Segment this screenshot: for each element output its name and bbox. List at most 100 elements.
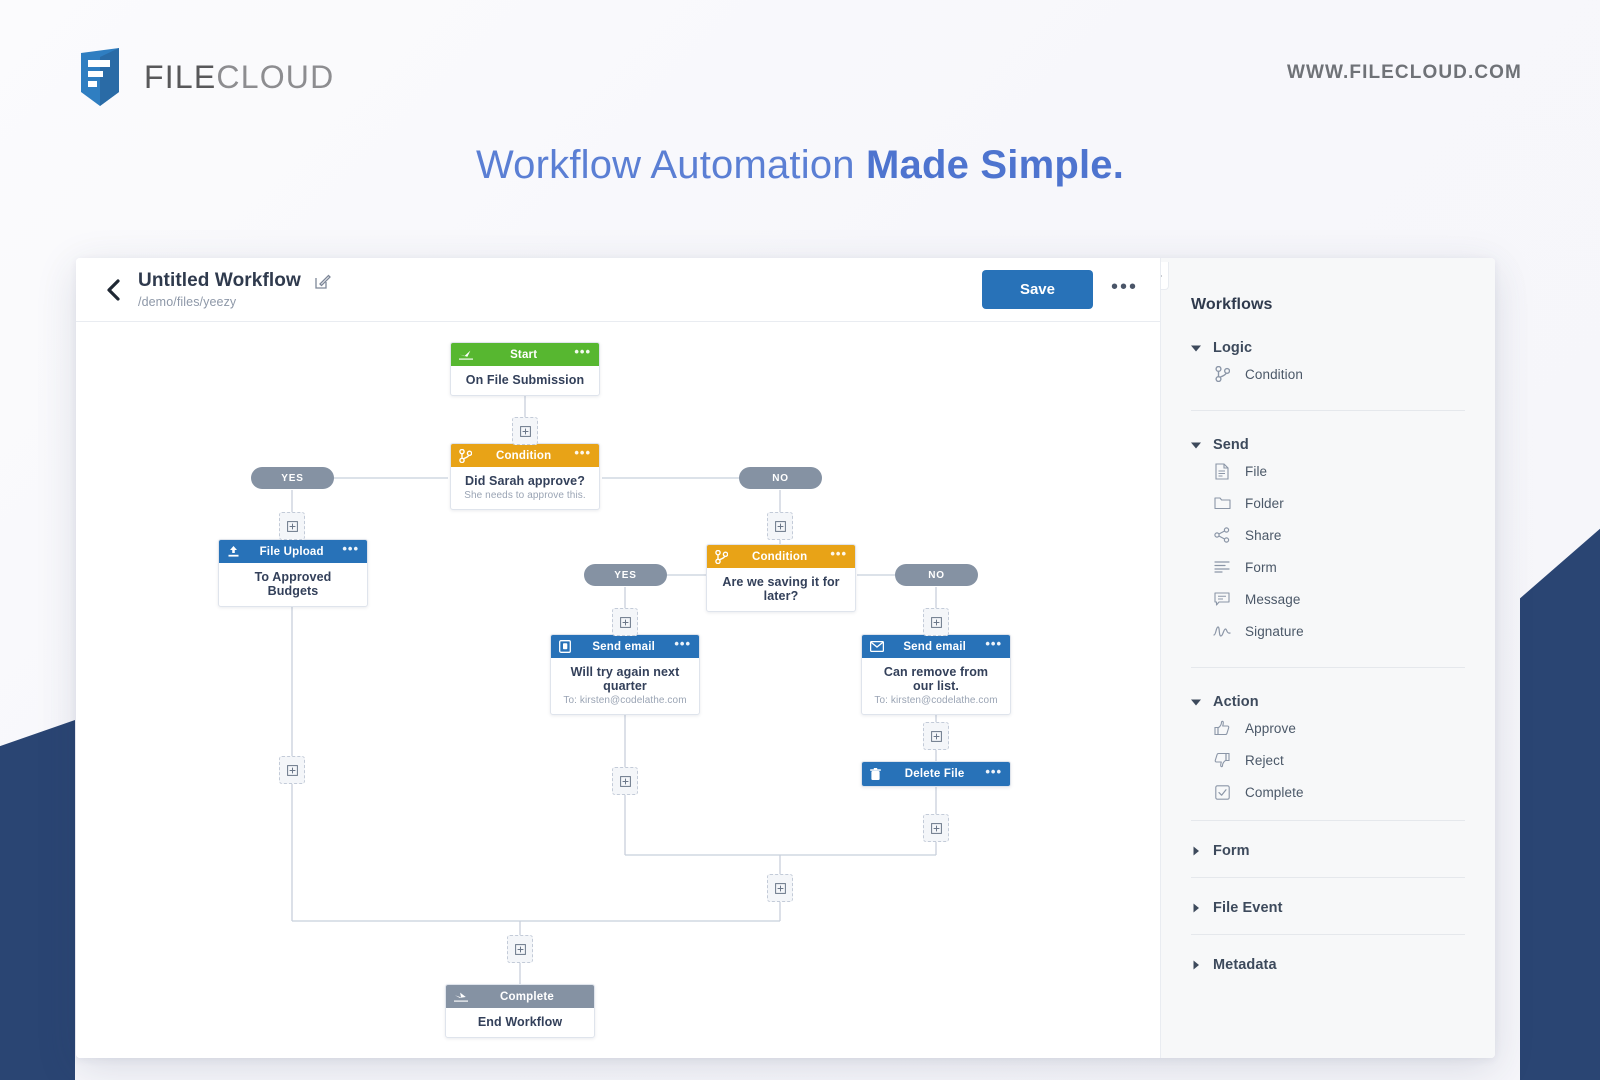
node-header: File Upload ••• [219,540,367,563]
sidebar-title: Workflows [1191,296,1273,313]
headline-bold: Made Simple. [866,143,1125,187]
checkbox-check-icon [1213,783,1231,801]
chevron-down-icon [1191,442,1201,449]
sidebar-item-condition[interactable]: Condition [1191,358,1465,390]
sidebar-item-label: Complete [1245,784,1304,800]
node-more-menu[interactable]: ••• [674,637,691,652]
file-icon [1213,462,1231,480]
message-bubble-icon [1213,590,1231,608]
node-body: End Workflow [446,1008,594,1037]
node-line1: Did Sarah approve? [465,474,585,488]
back-button[interactable] [98,275,128,305]
sidebar-group-header-metadata[interactable]: Metadata [1191,951,1465,975]
sidebar-item-signature[interactable]: Signature [1191,615,1465,647]
node-body: On File Submission [451,366,599,395]
sidebar-group-header-file-event[interactable]: File Event [1191,894,1465,918]
page-title: Untitled Workflow [138,270,301,291]
sidebar-item-label: Message [1245,591,1301,607]
sidebar-item-form[interactable]: Form [1191,551,1465,583]
sidebar-group-metadata: Metadata [1191,934,1465,979]
flow-node-send-email-2[interactable]: Send email ••• Can remove from our list.… [861,634,1011,715]
sidebar-item-message[interactable]: Message [1191,583,1465,615]
add-step-button[interactable] [279,756,305,784]
flow-node-file-upload[interactable]: File Upload ••• To Approved Budgets [218,539,368,607]
node-more-menu[interactable]: ••• [985,765,1002,780]
topbar-more-menu[interactable]: ••• [1111,277,1138,298]
flow-node-start[interactable]: Start ••• On File Submission [450,342,600,396]
save-button[interactable]: Save [981,270,1093,309]
sidebar-group-label: Logic [1213,340,1253,356]
edit-pencil-icon[interactable] [314,273,331,290]
sidebar-item-label: Signature [1245,623,1304,639]
sidebar-item-label: File [1245,463,1268,479]
node-header: Condition ••• [707,545,855,568]
node-more-menu[interactable]: ••• [342,542,359,557]
sidebar-group-header-action[interactable]: Action [1191,688,1465,712]
add-step-button[interactable] [923,722,949,750]
trash-icon [870,767,884,781]
node-more-menu[interactable]: ••• [574,446,591,461]
add-step-button[interactable] [923,608,949,636]
sidebar-group-header-logic[interactable]: Logic [1191,334,1465,358]
sidebar-item-reject[interactable]: Reject [1191,744,1465,776]
node-more-menu[interactable]: ••• [985,637,1002,652]
flow-node-condition-1[interactable]: Condition ••• Did Sarah approve? She nee… [450,443,600,510]
node-header: Start ••• [451,343,599,366]
sidebar-item-file[interactable]: File [1191,455,1465,487]
headline-regular: Workflow Automation [475,143,867,187]
chevron-left-icon [106,278,120,301]
node-title: Send email [592,640,656,653]
flow-node-send-email-1[interactable]: Send email ••• Will try again next quart… [550,634,700,715]
chevron-down-icon [1191,699,1201,706]
node-header: Condition ••• [451,444,599,467]
node-body: To Approved Budgets [219,563,367,606]
plus-icon [286,520,298,532]
sidebar-item-complete[interactable]: Complete [1191,776,1465,808]
node-title: File Upload [259,545,324,558]
flow-node-delete-file[interactable]: Delete File ••• [861,761,1011,787]
title-block: Untitled Workflow /demo/files/yeezy [138,270,331,309]
site-url: WWW.FILECLOUD.COM [1286,62,1522,83]
sidebar-group-header-form[interactable]: Form [1191,837,1465,861]
add-step-button[interactable] [279,512,305,540]
plus-icon [519,425,531,437]
node-title: Start [510,348,538,361]
add-step-button[interactable] [923,814,949,842]
sidebar-item-folder[interactable]: Folder [1191,487,1465,519]
envelope-icon [870,640,884,654]
flow-node-condition-2[interactable]: Condition ••• Are we saving it for later… [706,544,856,612]
plane-landing-icon [454,990,468,1004]
branch-icon [1213,365,1231,383]
flow-node-complete[interactable]: Complete End Workflow [445,984,595,1038]
sidebar-group-send: Send File Folder Share Form Message Sign… [1191,410,1465,647]
form-lines-icon [1213,558,1231,576]
sidebar-item-approve[interactable]: Approve [1191,712,1465,744]
node-line1: End Workflow [477,1015,563,1029]
add-step-button[interactable] [612,767,638,795]
flow-canvas[interactable]: Start ••• On File Submission Condition •… [76,322,1160,1058]
add-step-button[interactable] [612,608,638,636]
add-step-button[interactable] [512,417,538,445]
node-body: Can remove from our list. To: kirsten@co… [862,658,1010,714]
branch-icon [459,448,473,463]
sidebar-collapse-button[interactable] [1161,262,1169,290]
node-more-menu[interactable]: ••• [574,345,591,360]
node-title: Delete File [904,768,965,780]
workflows-sidebar: Workflows Logic Condition Send File Fold… [1160,258,1495,1058]
chevron-right-icon [1193,960,1199,970]
add-step-button[interactable] [767,874,793,902]
plus-icon [774,520,786,532]
node-more-menu[interactable]: ••• [830,547,847,562]
brand-wordmark-cloud: CLOUD [216,58,335,95]
sidebar-item-share[interactable]: Share [1191,519,1465,551]
node-line2: To: kirsten@codelathe.com [563,695,687,706]
sidebar-group-logic: Logic Condition [1191,314,1465,390]
sidebar-group-label: Metadata [1213,957,1277,973]
plus-icon [514,943,526,955]
add-step-button[interactable] [507,935,533,963]
add-step-button[interactable] [767,512,793,540]
thumbs-down-icon [1213,751,1231,769]
node-header: Complete [446,985,594,1008]
sidebar-group-header-send[interactable]: Send [1191,431,1465,455]
decorative-navy-shape-left [0,720,75,1080]
